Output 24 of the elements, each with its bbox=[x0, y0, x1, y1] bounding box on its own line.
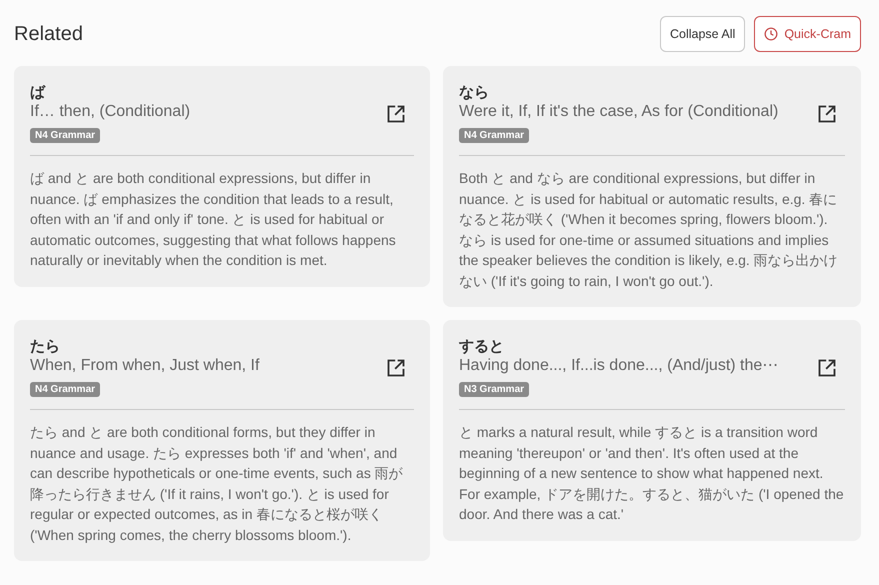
level-badge: N4 Grammar bbox=[30, 128, 100, 143]
external-link-icon[interactable] bbox=[386, 358, 406, 378]
level-badge: N4 Grammar bbox=[30, 382, 100, 397]
external-link-icon[interactable] bbox=[817, 358, 837, 378]
external-link-icon[interactable] bbox=[386, 104, 406, 124]
grammar-term: ば bbox=[30, 84, 47, 102]
grammar-term: なら bbox=[459, 84, 490, 102]
level-badge: N3 Grammar bbox=[459, 382, 530, 397]
clock-icon bbox=[764, 27, 778, 41]
grammar-meaning: Having done..., If...is done..., (And/just) the⋯ bbox=[459, 356, 778, 376]
grammar-term: すると bbox=[459, 338, 505, 356]
section-title: Related bbox=[14, 22, 83, 46]
collapse-all-button[interactable]: Collapse All bbox=[660, 16, 746, 52]
quick-cram-button[interactable]: Quick-Cram bbox=[754, 16, 861, 52]
comparison-text: Both と and なら are conditional expressions, but differ in nuance. と is used for habitual or automatic results, e.g. 春になると花が咲く ('When it becomes spring, flowers bloom.'). なら is used for one-time or assumed situations and implies the speaker believes the condition is likely, e.g. 雨なら出かけない ('If it's going to rain, I won't go out.'). bbox=[459, 169, 839, 291]
level-badge: N4 Grammar bbox=[459, 128, 530, 143]
grammar-meaning: When, From when, Just when, If bbox=[30, 356, 260, 376]
grammar-meaning: Were it, If, If it's the case, As for (Conditional) bbox=[459, 102, 778, 122]
comparison-text: ば and と are both conditional expressions, but differ in nuance. ば emphasizes the condition that leads to a result, often with an 'if and only if' tone. と is used for habitual or automatic outcomes, suggesting that what follows happens naturally or inevitably when the condition is met. bbox=[30, 169, 397, 270]
grammar-term: たら bbox=[30, 338, 61, 356]
comparison-text: と marks a natural result, while すると is a transition word meaning 'thereupon' or 'and then'. It's often used at the beginning of a new sentence to show what happened next. For example, ドアを開けた。すると、猫がいた ('I opened the door. And there was a cat.' bbox=[459, 423, 845, 524]
grammar-meaning: If… then, (Conditional) bbox=[30, 102, 190, 122]
external-link-icon[interactable] bbox=[817, 104, 837, 124]
comparison-text: たら and と are both conditional forms, but they differ in nuance and usage. たら expresses both 'if' and 'when', and can describe hypotheticals or one-time events, such as 雨が降ったら行きません ('If it rains, I won't go.'). と is used for regular or expected outcomes, as in 春になると桜が咲く ('When spring comes, the cherry blossoms bloom.'). bbox=[30, 423, 404, 545]
